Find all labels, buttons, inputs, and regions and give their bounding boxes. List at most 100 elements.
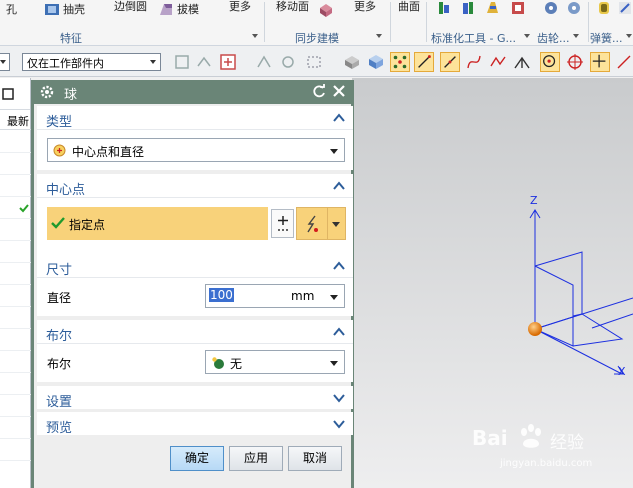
group-spring-expand-icon[interactable] [626,34,632,38]
group-gear-label: 齿轮... [537,32,570,45]
snap-point-button[interactable] [590,52,610,72]
list-item[interactable] [0,329,31,351]
diameter-value[interactable]: 100 [209,288,234,302]
snap-center-button[interactable] [540,52,560,72]
ribbon-more2-label[interactable]: 更多 [354,0,376,14]
snap-line-button[interactable] [414,52,434,72]
type-section-header[interactable]: 类型 [37,106,353,130]
intersection-icon[interactable] [512,52,532,72]
list-item[interactable] [0,351,31,373]
list-item[interactable] [0,285,31,307]
list-item[interactable] [0,417,31,439]
point-constructor-icon[interactable] [218,52,238,72]
point-dialog-button[interactable] [271,209,294,238]
select-feature-icon[interactable] [194,52,214,72]
spring-tool-icon[interactable] [617,0,633,16]
chevron-up-icon[interactable] [333,181,345,191]
type-section: 类型 中心点和直径 [37,106,353,170]
group-standard-expand-icon[interactable] [524,34,530,38]
snap-icon[interactable] [254,52,274,72]
standard-part-icon[interactable] [436,0,452,16]
sync-modeling-icon[interactable] [318,2,334,18]
boolean-select[interactable]: 无 [205,350,345,374]
ribbon-shell-label[interactable]: 抽壳 [63,1,85,17]
fastener-icon[interactable] [484,0,500,16]
shaded-cube-icon[interactable] [366,52,386,72]
group-sync-expand-icon[interactable] [376,34,382,38]
list-item[interactable] [0,241,31,263]
boolean-section-header[interactable]: 布尔 [37,320,353,344]
ribbon-move-face-label[interactable]: 移动面 [276,0,309,14]
type-select[interactable]: 中心点和直径 [47,138,345,162]
ribbon-edge-blend-label[interactable]: 边倒圆 [114,0,147,14]
ribbon-more-label[interactable]: 更多 [229,0,251,14]
settings-section-header[interactable]: 设置 [37,386,353,410]
center-section-header[interactable]: 中心点 [37,174,353,198]
list-item[interactable] [0,219,31,241]
list-item[interactable] [0,197,31,219]
arc-center-icon [543,55,556,68]
ribbon-separator [390,2,391,42]
render-mode-icon[interactable] [342,52,362,72]
close-icon[interactable] [331,83,347,99]
chevron-up-icon[interactable] [333,261,345,271]
quadrant-icon[interactable] [565,52,585,72]
ok-button[interactable]: 确定 [170,446,224,471]
boolean-none-icon [212,357,224,369]
list-item[interactable] [0,373,31,395]
size-section-header[interactable]: 尺寸 [37,254,353,278]
shell-icon[interactable] [44,1,60,17]
column-latest-header[interactable]: 最新 [7,113,29,129]
apply-button[interactable]: 应用 [229,446,283,471]
snap-settings-icon[interactable] [278,52,298,72]
specify-point-row[interactable]: 指定点 [47,207,268,240]
group-feature-label: 特征 [60,32,82,45]
group-feature-expand-icon[interactable] [252,34,258,38]
draft-icon[interactable] [158,1,174,17]
ribbon-draft-label[interactable]: 拔模 [177,1,199,17]
ribbon-hole-label[interactable]: 孔 [6,1,17,17]
ribbon-toolbar: 孔 抽壳 边倒圆 拔模 更多 移动面 更多 曲面 特征 同步建模 标准化工具 -… [0,0,633,46]
list-item[interactable] [0,395,31,417]
snap-more-icon[interactable] [614,52,633,72]
group-gear-expand-icon[interactable] [573,34,579,38]
list-item[interactable] [0,131,31,153]
chevron-down-icon[interactable] [330,295,338,300]
curve-icon[interactable] [464,52,484,72]
list-item[interactable] [0,263,31,285]
maximize-icon[interactable] [2,88,14,100]
standard-tool-icon[interactable] [460,0,476,16]
inferred-point-dropdown[interactable] [296,207,346,240]
list-item[interactable] [0,175,31,197]
center-section-label: 中心点 [46,183,86,198]
preview-section-header[interactable]: 预览 [37,412,353,436]
ribbon-surface-label[interactable]: 曲面 [398,0,420,14]
group-sync-modeling-label: 同步建模 [295,32,339,45]
type-filter-combo[interactable] [0,53,10,71]
list-item[interactable] [0,439,31,461]
list-item[interactable] [0,153,31,175]
chevron-up-icon[interactable] [333,113,345,123]
chevron-up-icon[interactable] [333,327,345,337]
diameter-unit[interactable]: mm [291,289,314,303]
diameter-input[interactable]: 100 mm [205,284,345,308]
list-item[interactable] [0,307,31,329]
group-spring-label: 弹簧... [590,32,623,45]
select-general-icon[interactable] [172,52,192,72]
box-select-icon[interactable] [304,52,324,72]
reset-icon[interactable] [311,83,327,99]
baidu-paw-icon [521,424,541,448]
cancel-button[interactable]: 取消 [288,446,342,471]
dialog-title-bar[interactable]: 球 [34,80,351,104]
gear-tool-icon[interactable] [510,0,526,16]
spline-icon[interactable] [488,52,508,72]
spring-icon[interactable] [596,0,612,16]
sphere-preview[interactable] [528,322,542,336]
gear-settings-icon[interactable] [566,0,582,16]
chevron-down-icon[interactable] [333,419,345,429]
chevron-down-icon[interactable] [333,393,345,403]
snap-midpoint-button[interactable] [440,52,460,72]
scope-filter-combo[interactable]: 仅在工作部件内 [22,53,161,71]
gear-modeling-icon[interactable] [543,0,559,16]
snap-endpoint-button[interactable] [390,52,410,72]
